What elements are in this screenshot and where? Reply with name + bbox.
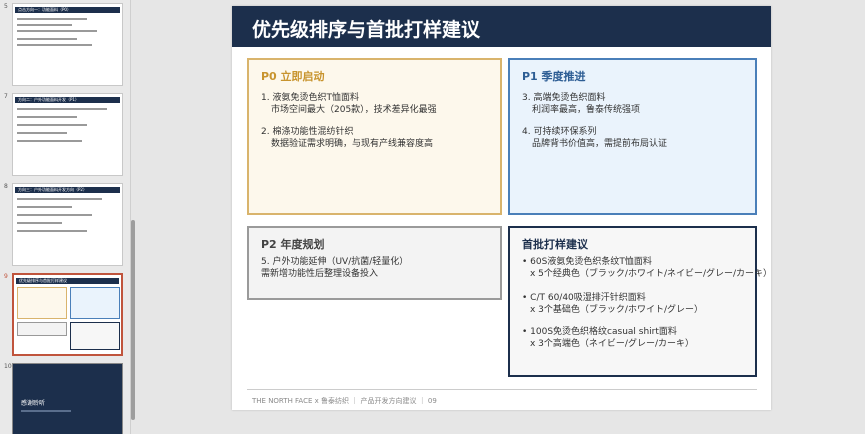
p2-card[interactable]: P2 年度规划 5. 户外功能延伸（UV/抗菌/轻量化） 需新增功能性后整理设备…	[247, 226, 502, 300]
thumbnail-line	[17, 132, 67, 134]
thumbnail-card	[17, 322, 67, 336]
slide-canvas[interactable]: 优先级排序与首批打样建议 P0 立即启动 1. 液氨免烫色织T恤面料 市场空间最…	[232, 6, 772, 410]
p0-item-desc: 数据验证需求明确，与现有产线兼容度高	[271, 139, 434, 149]
thumbnail-line	[17, 222, 62, 224]
p2-item-desc: 需新增功能性后整理设备投入	[261, 269, 379, 279]
thumbnail-number: 8	[4, 183, 8, 190]
thumbnail-line	[17, 24, 72, 26]
p1-item: 3. 高端免烫色织面料	[522, 93, 606, 103]
p1-item-desc: 利润率最高，鲁泰传统强项	[532, 105, 641, 115]
batch-item-colors: x 3个高端色（ネイビー/グレー/カーキ）	[530, 339, 694, 349]
thumbnail-line	[17, 230, 87, 232]
p0-card[interactable]: P0 立即启动 1. 液氨免烫色织T恤面料 市场空间最大（205款），技术差异化…	[247, 58, 502, 215]
first-batch-card[interactable]: 首批打样建议 • 60S液氨免烫色织条纹T恤面料 x 5个经典色（ブラック/ホワ…	[508, 226, 772, 377]
thumbnail-slide-10[interactable]: 感谢聆听	[12, 363, 123, 434]
thumbnail-number: 10	[4, 363, 12, 370]
thumbnail-slide-9-active[interactable]: 优先级排序与首批打样建议	[12, 273, 123, 356]
thumbnail-slide-8[interactable]: 方向三：户外功能面料开发方向（P2）	[12, 183, 123, 266]
footer-divider	[247, 389, 757, 390]
thumbnail-line	[17, 214, 92, 216]
thumbnail-line	[17, 38, 77, 40]
p0-item-desc: 市场空间最大（205款），技术差异化最强	[271, 105, 437, 115]
thumbnail-line	[17, 108, 107, 110]
thumbnail-header: 点击方向一：功能面料（P0）	[15, 7, 120, 13]
thumbnail-line	[17, 140, 82, 142]
thumbnail-title: 方向二：户外功能面料开发（P1）	[18, 97, 79, 102]
p0-title: P0 立即启动	[261, 70, 325, 83]
thumbnail-line	[17, 124, 87, 126]
batch-item: • 60S液氨免烫色织条纹T恤面料	[522, 257, 652, 267]
thumbnail-line	[17, 116, 77, 118]
thumbnail-number: 9	[4, 273, 8, 280]
thumbnail-slide-7[interactable]: 方向二：户外功能面料开发（P1）	[12, 93, 123, 176]
thumbnail-card	[70, 322, 120, 350]
p2-title: P2 年度规划	[261, 238, 325, 251]
thumbnail-title: 优先级排序与首批打样建议	[19, 278, 67, 283]
thumbnail-scrollbar[interactable]	[131, 220, 135, 420]
thumbnail-number: 5	[4, 3, 8, 10]
thumbnail-card	[17, 287, 67, 319]
p2-item: 5. 户外功能延伸（UV/抗菌/轻量化）	[261, 257, 409, 267]
p1-item: 4. 可持续环保系列	[522, 127, 597, 137]
p1-title: P1 季度推进	[522, 70, 586, 83]
thumbnail-title: 感谢聆听	[21, 400, 46, 407]
thumbnail-line	[17, 206, 72, 208]
slide-title: 优先级排序与首批打样建议	[252, 19, 481, 41]
thumbnail-header: 方向二：户外功能面料开发（P1）	[15, 97, 120, 103]
thumbnail-line	[21, 410, 71, 412]
thumbnail-title: 点击方向一：功能面料（P0）	[18, 7, 71, 12]
thumbnail-header: 优先级排序与首批打样建议	[16, 278, 119, 284]
batch-item: • 100S免烫色织格纹casual shirt面料	[522, 327, 677, 337]
thumbnail-card	[70, 287, 120, 319]
slide-header-bar: 优先级排序与首批打样建议	[232, 6, 771, 47]
thumbnail-number: 7	[4, 93, 8, 100]
batch-item: • C/T 60/40吸湿排汗针织面料	[522, 293, 646, 303]
p0-item: 2. 棉涤功能性混纺针织	[261, 127, 354, 137]
thumbnail-header: 方向三：户外功能面料开发方向（P2）	[15, 187, 120, 193]
p0-item: 1. 液氨免烫色织T恤面料	[261, 93, 359, 103]
thumbnail-line	[17, 18, 87, 20]
thumbnail-slide-5[interactable]: 点击方向一：功能面料（P0）	[12, 3, 123, 86]
slide-footer: THE NORTH FACE x 鲁泰纺织 ｜ 产品开发方向建议 ｜ 09	[252, 397, 437, 405]
first-batch-title: 首批打样建议	[522, 238, 588, 251]
thumbnail-line	[17, 198, 102, 200]
p1-card[interactable]: P1 季度推进 3. 高端免烫色织面料 利润率最高，鲁泰传统强项 4. 可持续环…	[508, 58, 757, 215]
batch-item-colors: x 5个经典色（ブラック/ホワイト/ネイビー/グレー/カーキ）	[530, 269, 773, 279]
batch-item-colors: x 3个基础色（ブラック/ホワイト/グレー）	[530, 305, 703, 315]
p1-item-desc: 品牌背书价值高，需提前布局认证	[532, 139, 668, 149]
thumbnail-line	[17, 30, 97, 32]
thumbnail-title: 方向三：户外功能面料开发方向（P2）	[18, 187, 87, 192]
thumbnail-line	[17, 44, 92, 46]
